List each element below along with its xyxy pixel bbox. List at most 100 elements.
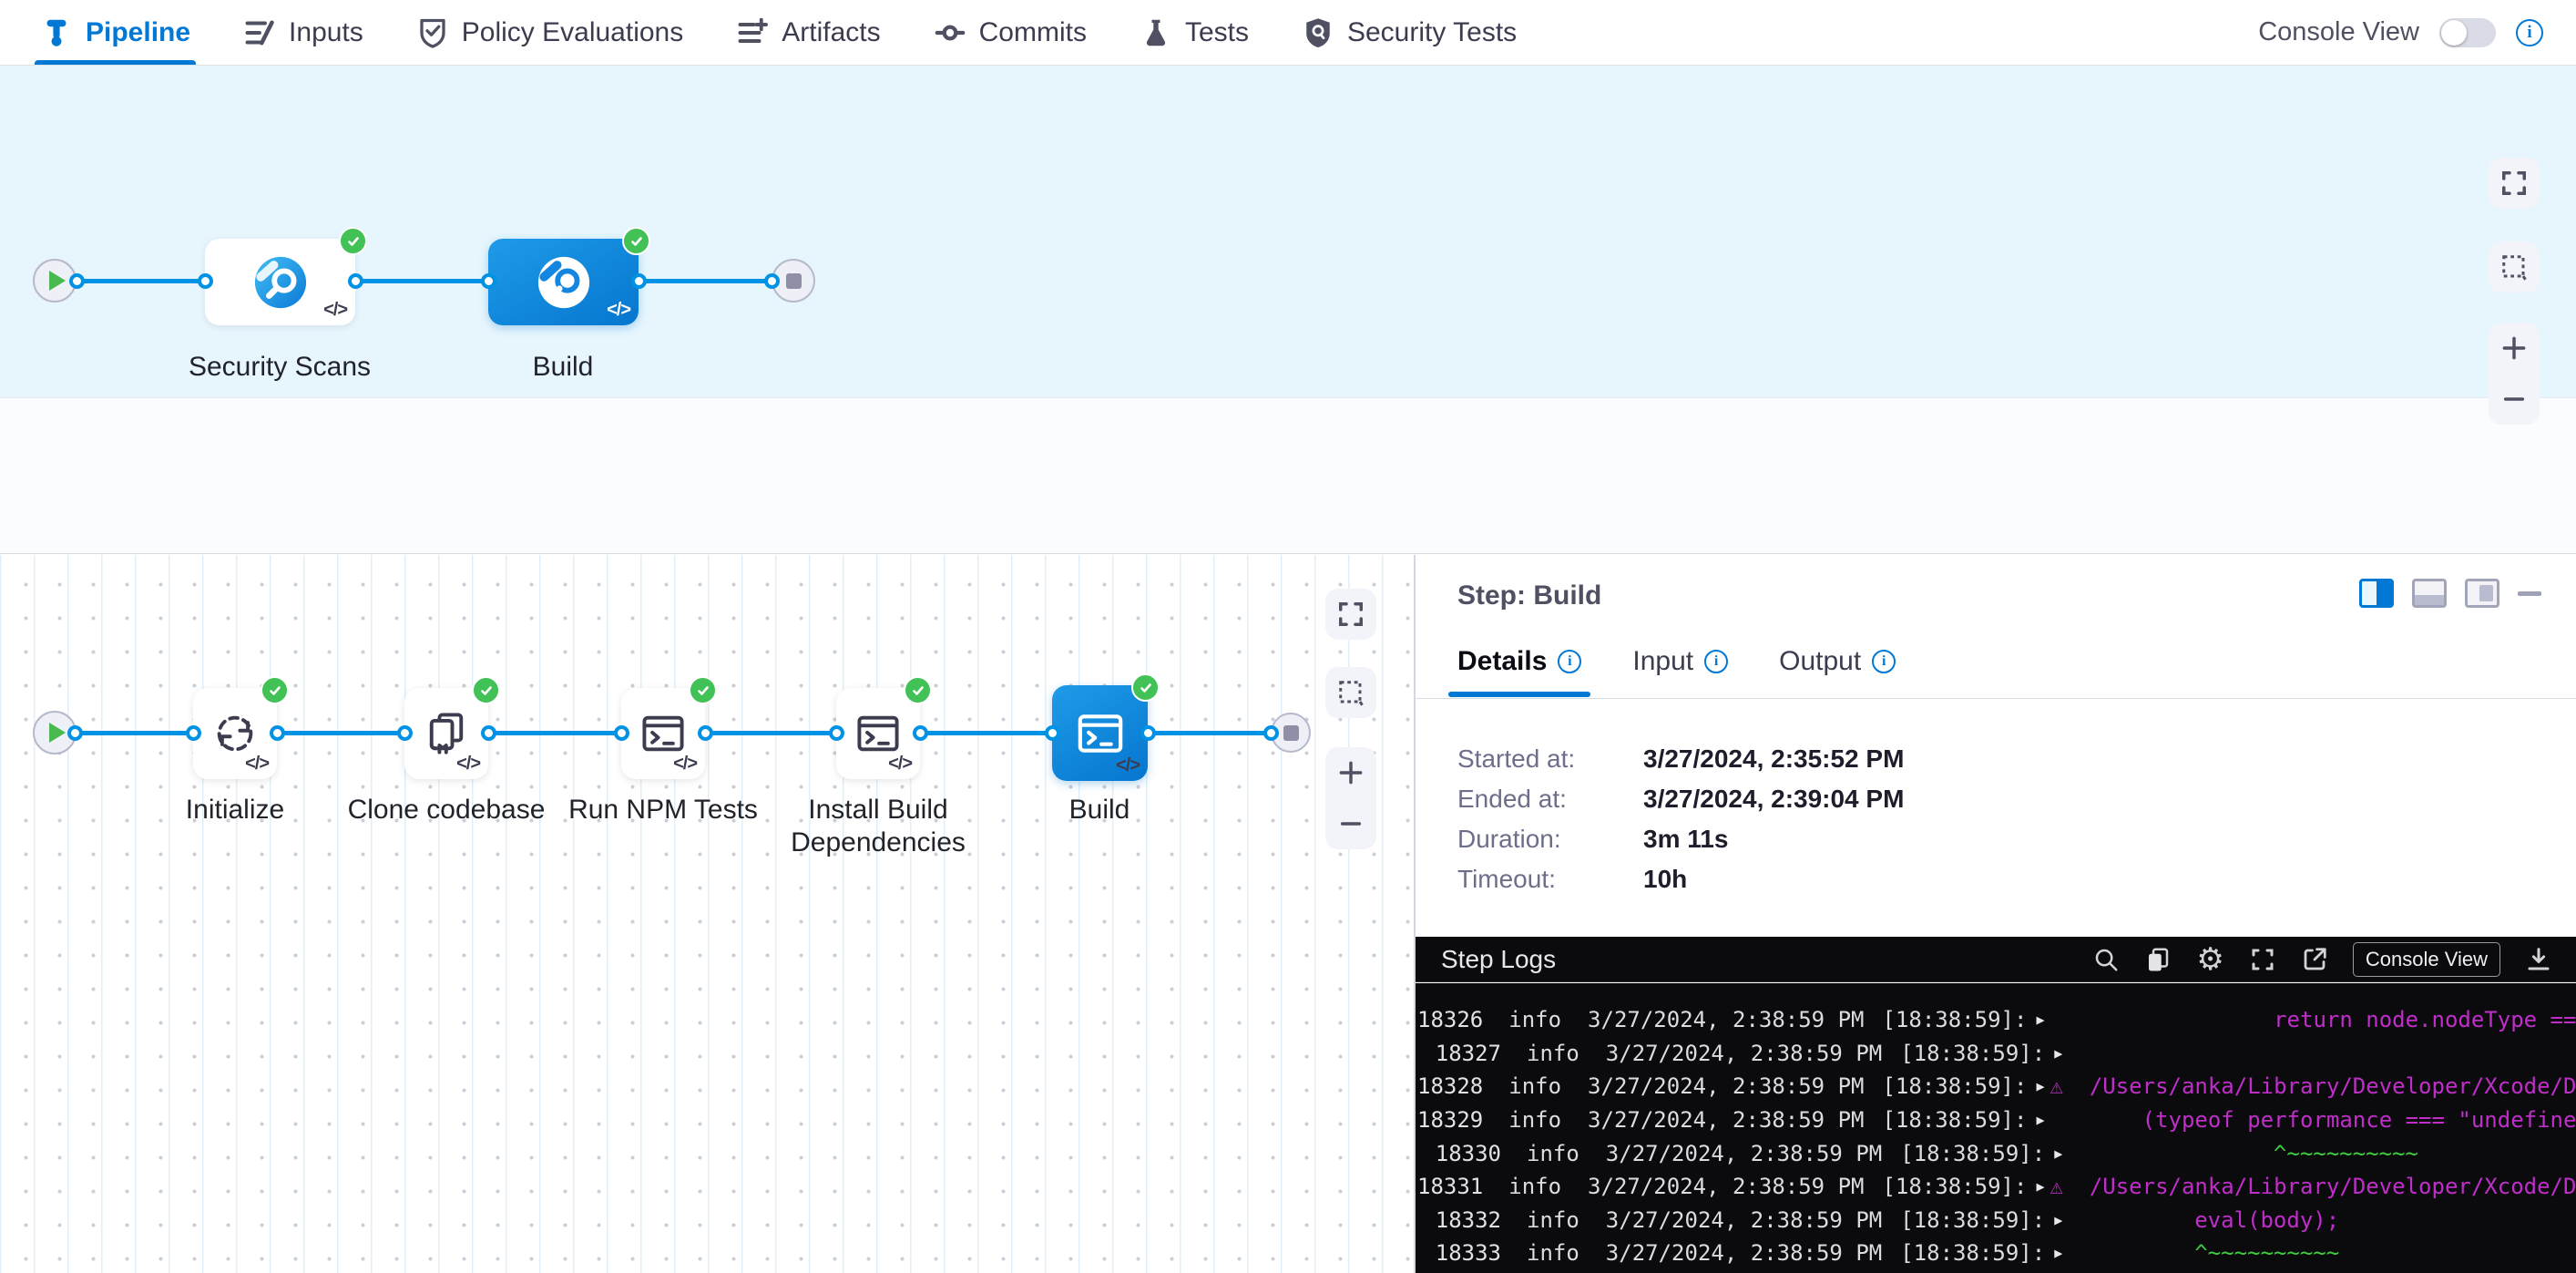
step-details-panel: Step: Build Details i Input i Output i S… <box>1416 555 2576 1273</box>
port <box>67 725 83 741</box>
pipeline-execution-page: Pipeline Inputs Policy Evaluations Artif… <box>0 0 2576 1273</box>
port <box>1140 725 1156 741</box>
play-icon <box>49 723 66 743</box>
panel-divider[interactable] <box>1414 555 1416 1273</box>
step-logs-title: Step Logs <box>1441 945 1556 974</box>
copy-icon[interactable] <box>2144 946 2172 973</box>
zoom-controls <box>1325 747 1376 849</box>
stop-icon <box>1283 725 1299 741</box>
nav-tabs: Pipeline Inputs Policy Evaluations Artif… <box>40 0 1517 65</box>
settings-gear-icon[interactable]: ⚙ <box>2196 946 2223 973</box>
tab-input[interactable]: Input i <box>1632 646 1728 697</box>
marquee-select-button[interactable] <box>1325 667 1376 718</box>
step-graph-canvas[interactable]: </> Initialize </> Clone codebase </> Ru… <box>0 555 1414 1273</box>
expand-log-icon[interactable]: ▶ <box>2036 1112 2044 1128</box>
terminal-icon <box>854 710 902 757</box>
expand-log-icon[interactable]: ▶ <box>2036 1078 2044 1094</box>
step-node-install-build-dependencies[interactable]: </> <box>836 688 920 779</box>
success-badge-icon <box>339 227 367 255</box>
success-badge-icon <box>689 676 717 704</box>
stage-node-security-scans[interactable]: </> <box>205 239 355 325</box>
download-icon[interactable] <box>2525 946 2552 973</box>
expand-log-icon[interactable]: ▶ <box>2036 1178 2044 1195</box>
log-row: 18332info3/27/2024, 2:38:59 PM[18:38:59]… <box>1416 1204 2576 1237</box>
layout-right-panel-icon[interactable] <box>2465 579 2499 608</box>
tab-pipeline[interactable]: Pipeline <box>40 0 190 65</box>
tab-policy-evaluations[interactable]: Policy Evaluations <box>416 0 683 65</box>
step-logs-console[interactable]: 18326info3/27/2024, 2:38:59 PM[18:38:59]… <box>1416 983 2576 1273</box>
success-badge-icon <box>261 676 289 704</box>
expand-log-icon[interactable]: ▶ <box>2054 1145 2070 1162</box>
console-view-label: Console View <box>2258 17 2419 47</box>
port <box>698 725 713 741</box>
search-icon[interactable] <box>2092 946 2120 973</box>
success-badge-icon <box>622 227 650 255</box>
console-view-button[interactable]: Console View <box>2353 942 2500 977</box>
minimize-panel-icon[interactable] <box>2518 591 2541 596</box>
tab-label: Pipeline <box>86 17 190 48</box>
toggle-knob <box>2441 20 2467 46</box>
code-template-icon: </> <box>456 754 480 775</box>
step-panel-title: Step: Build <box>1457 580 1601 611</box>
expand-log-icon[interactable]: ▶ <box>2054 1045 2070 1062</box>
tab-security-tests[interactable]: Security Tests <box>1302 0 1517 65</box>
expand-log-icon[interactable]: ▶ <box>2054 1212 2070 1228</box>
clone-codebase-icon <box>423 710 470 757</box>
layout-split-right-icon[interactable] <box>2359 579 2394 608</box>
port <box>614 725 629 741</box>
port <box>270 725 285 741</box>
port <box>631 273 647 289</box>
zoom-out-button[interactable] <box>2489 374 2540 425</box>
marquee-select-button[interactable] <box>2489 241 2540 293</box>
layout-bottom-icon[interactable] <box>2412 579 2447 608</box>
port <box>397 725 413 741</box>
log-row-warning: 18328info3/27/2024, 2:38:59 PM[18:38:59]… <box>1416 1070 2576 1104</box>
terminal-icon <box>1075 708 1126 759</box>
pipeline-icon <box>40 16 73 49</box>
code-template-icon: </> <box>607 300 630 321</box>
zoom-in-button[interactable] <box>2489 323 2540 374</box>
code-template-icon: </> <box>1116 755 1140 776</box>
tab-tests[interactable]: Tests <box>1140 0 1249 65</box>
step-node-clone-codebase[interactable]: </> <box>404 688 488 779</box>
code-template-icon: </> <box>323 300 347 321</box>
stage-graph-canvas[interactable]: </> Security Scans </> Build <box>0 66 2576 397</box>
tab-label: Security Tests <box>1347 17 1517 48</box>
terminal-icon <box>639 710 687 757</box>
port <box>198 273 213 289</box>
port <box>69 273 85 289</box>
expand-log-icon[interactable]: ▶ <box>2054 1245 2070 1261</box>
step-node-build[interactable]: </> <box>1052 685 1148 781</box>
build-stage-icon <box>536 254 592 311</box>
shield-search-icon <box>1302 16 1334 49</box>
tab-output[interactable]: Output i <box>1779 646 1896 697</box>
step-node-run-npm-tests[interactable]: </> <box>621 688 705 779</box>
console-view-toggle[interactable] <box>2439 18 2496 47</box>
tab-inputs[interactable]: Inputs <box>243 0 363 65</box>
info-icon[interactable]: i <box>1872 650 1896 673</box>
info-icon[interactable]: i <box>1704 650 1728 673</box>
expand-log-icon[interactable]: ▶ <box>2036 1011 2044 1028</box>
detail-started-at: Started at:3/27/2024, 2:35:52 PM <box>1457 744 1575 774</box>
info-icon[interactable]: i <box>2516 19 2543 46</box>
tab-artifacts[interactable]: Artifacts <box>736 0 880 65</box>
info-icon[interactable]: i <box>1558 650 1581 673</box>
zoom-in-button[interactable] <box>1325 747 1376 798</box>
divider <box>1416 698 2576 699</box>
tab-details[interactable]: Details i <box>1457 646 1581 697</box>
fit-to-screen-button[interactable] <box>2489 158 2540 209</box>
port <box>1263 725 1279 741</box>
step-node-initialize[interactable]: </> <box>193 688 277 779</box>
commit-icon <box>934 16 966 49</box>
step-logs-header: Step Logs ⚙ Console View <box>1416 937 2576 982</box>
fullscreen-icon[interactable] <box>2249 946 2276 973</box>
code-template-icon: </> <box>245 754 269 775</box>
fit-to-screen-button[interactable] <box>1325 589 1376 640</box>
open-in-new-icon[interactable] <box>2301 946 2328 973</box>
zoom-out-button[interactable] <box>1325 798 1376 849</box>
stage-node-build[interactable]: </> <box>488 239 639 325</box>
stop-icon <box>786 273 802 289</box>
log-row: 18329info3/27/2024, 2:38:59 PM[18:38:59]… <box>1416 1104 2576 1137</box>
log-row: 18333info3/27/2024, 2:38:59 PM[18:38:59]… <box>1416 1237 2576 1270</box>
tab-commits[interactable]: Commits <box>934 0 1087 65</box>
